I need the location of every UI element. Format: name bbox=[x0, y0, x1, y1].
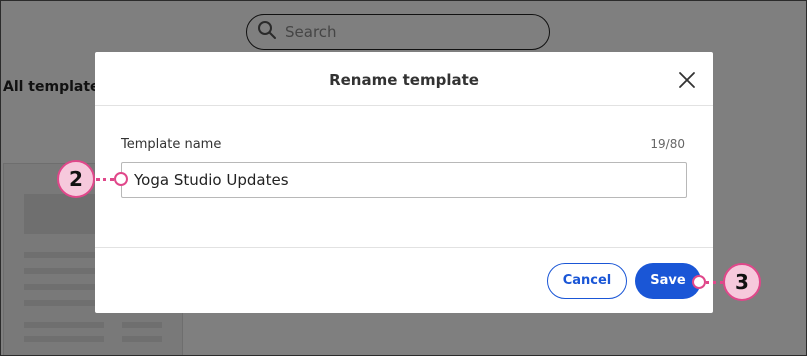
character-counter: 19/80 bbox=[650, 137, 685, 151]
footer-divider bbox=[95, 247, 713, 248]
callout-connector-3 bbox=[706, 281, 723, 284]
close-icon bbox=[679, 72, 695, 88]
callout-marker-2 bbox=[114, 172, 128, 186]
rename-template-dialog: Rename template Template name 19/80 Canc… bbox=[95, 52, 713, 313]
close-button[interactable] bbox=[677, 70, 697, 90]
step-callout-3: 3 bbox=[723, 263, 761, 301]
callout-marker-3 bbox=[692, 275, 706, 289]
dialog-header: Rename template bbox=[95, 52, 713, 106]
template-name-input[interactable] bbox=[121, 162, 687, 198]
template-name-label: Template name bbox=[121, 137, 222, 152]
screenshot-frame: Search All template Rename template bbox=[0, 0, 807, 356]
step-callout-2: 2 bbox=[57, 160, 95, 198]
callout-connector-2 bbox=[96, 178, 114, 181]
dialog-title: Rename template bbox=[329, 71, 479, 89]
cancel-button[interactable]: Cancel bbox=[547, 263, 627, 299]
